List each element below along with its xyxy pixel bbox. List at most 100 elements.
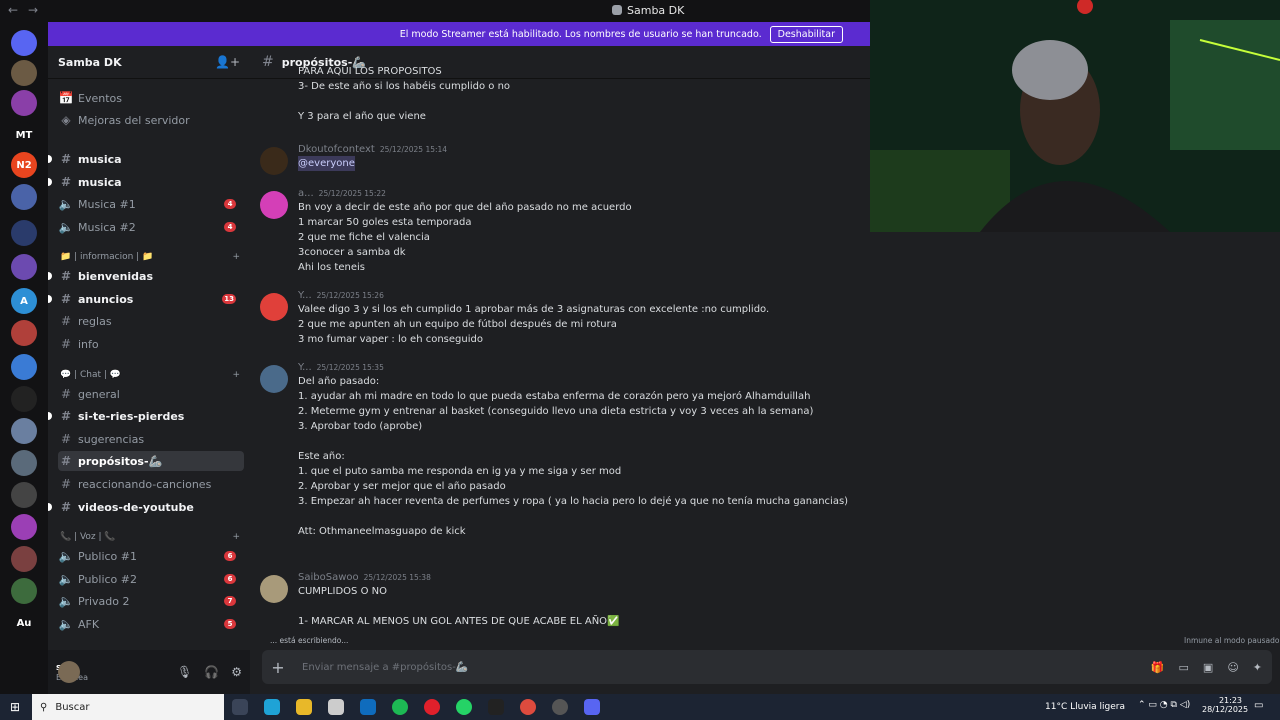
server-icon[interactable] bbox=[11, 320, 37, 346]
dark-app-icon[interactable] bbox=[488, 699, 504, 715]
channel-label: general bbox=[78, 387, 120, 401]
add-channel-icon[interactable]: + bbox=[232, 532, 240, 542]
avatar[interactable] bbox=[260, 293, 288, 321]
category-header[interactable]: 💬 | Chat | 💬 + bbox=[60, 370, 240, 380]
invite-icon[interactable]: 👤+ bbox=[215, 55, 240, 69]
server-icon[interactable]: A bbox=[11, 288, 37, 314]
message-author[interactable]: Y... bbox=[298, 362, 312, 373]
server-icon[interactable] bbox=[11, 220, 37, 246]
add-attachment-icon[interactable]: + bbox=[266, 658, 290, 677]
category-header[interactable]: 📁 | informacion | 📁 + bbox=[60, 252, 240, 262]
server-icon[interactable] bbox=[11, 578, 37, 604]
channel-item[interactable]: # si-te-ries-pierdes bbox=[48, 406, 244, 426]
message-composer[interactable]: + Enviar mensaje a #propósitos-🦾 🎁 ▭ ▣ ☺… bbox=[262, 650, 1272, 684]
gif-icon[interactable]: ▭ bbox=[1179, 661, 1189, 674]
channel-item[interactable]: # propósitos-🦾 bbox=[58, 451, 244, 471]
nav-arrows-icon[interactable]: ←→ bbox=[8, 3, 48, 17]
headphones-icon[interactable]: 🎧 bbox=[204, 665, 219, 679]
edge-icon[interactable] bbox=[264, 699, 280, 715]
server-icon[interactable] bbox=[11, 514, 37, 540]
channel-item[interactable]: # musica bbox=[48, 172, 244, 192]
channel-item[interactable]: 🔈 AFK 5 bbox=[58, 614, 244, 634]
message-author[interactable]: SaiboSawoo bbox=[298, 572, 359, 583]
opera-icon[interactable] bbox=[424, 699, 440, 715]
avatar[interactable] bbox=[260, 365, 288, 393]
server-icon[interactable]: N2 bbox=[11, 152, 37, 178]
server-icon[interactable] bbox=[11, 546, 37, 572]
server-icon[interactable]: MT bbox=[11, 122, 37, 148]
immune-notice: Inmune al modo pausado bbox=[1184, 636, 1280, 645]
hash-icon: # bbox=[262, 54, 274, 70]
file-explorer-icon[interactable] bbox=[296, 699, 312, 715]
add-channel-icon[interactable]: + bbox=[232, 370, 240, 380]
store-icon[interactable] bbox=[328, 699, 344, 715]
message-author[interactable]: Y... bbox=[298, 290, 312, 301]
emoji-icon[interactable]: ☺ bbox=[1227, 661, 1238, 674]
tray-icons[interactable]: ⌃ ▭ ◔ ⧉ ◁) bbox=[1138, 700, 1190, 710]
message-body: Bn voy a decir de este año por que del a… bbox=[298, 200, 632, 275]
channel-label: videos-de-youtube bbox=[78, 500, 194, 514]
channel-item[interactable]: # bienvenidas bbox=[48, 266, 244, 286]
spotify-icon[interactable] bbox=[392, 699, 408, 715]
channel-item[interactable]: 🔈 Publico #1 6 bbox=[58, 546, 244, 566]
message-author[interactable]: a... bbox=[298, 188, 314, 199]
server-icon[interactable] bbox=[11, 386, 37, 412]
channel-item[interactable]: 🔈 Privado 2 7 bbox=[58, 591, 244, 611]
windows-start-icon[interactable]: ⊞ bbox=[10, 700, 20, 714]
server-icon[interactable] bbox=[11, 482, 37, 508]
message-line: @everyone bbox=[298, 156, 355, 171]
avatar[interactable] bbox=[260, 575, 288, 603]
avatar[interactable] bbox=[260, 191, 288, 219]
channel-item[interactable]: ◈ Mejoras del servidor bbox=[58, 110, 244, 130]
chrome-icon[interactable] bbox=[520, 699, 536, 715]
server-icon[interactable]: Au bbox=[11, 610, 37, 636]
clock-date: 28/12/2025 bbox=[1202, 705, 1249, 714]
outlook-icon[interactable] bbox=[360, 699, 376, 715]
server-icon[interactable] bbox=[11, 354, 37, 380]
server-icon[interactable] bbox=[11, 90, 37, 116]
server-icon[interactable] bbox=[11, 60, 37, 86]
server-icon[interactable] bbox=[11, 30, 37, 56]
microphone-icon[interactable]: 🎙 bbox=[177, 665, 192, 679]
notifications-icon[interactable]: ▭ bbox=[1254, 700, 1263, 711]
channel-item[interactable]: # anuncios 13 bbox=[48, 289, 244, 309]
avatar[interactable] bbox=[260, 147, 288, 175]
channel-item[interactable]: # videos-de-youtube bbox=[48, 497, 244, 517]
banner-text: El modo Streamer está habilitado. Los no… bbox=[399, 28, 762, 40]
add-channel-icon[interactable]: + bbox=[232, 252, 240, 262]
channel-item[interactable]: # reglas bbox=[58, 311, 244, 331]
channel-item[interactable]: # info bbox=[58, 334, 244, 354]
speaker-icon: 🔈 bbox=[58, 220, 74, 234]
server-icon[interactable] bbox=[11, 418, 37, 444]
disable-streamer-button[interactable]: Deshabilitar bbox=[769, 25, 843, 43]
category-header[interactable]: 📞 | Voz | 📞 + bbox=[60, 532, 240, 542]
channel-label: sugerencias bbox=[78, 432, 145, 446]
sticker-icon[interactable]: ▣ bbox=[1203, 661, 1213, 674]
server-icon[interactable] bbox=[11, 450, 37, 476]
whatsapp-icon[interactable] bbox=[456, 699, 472, 715]
taskbar-search[interactable]: ⚲ Buscar bbox=[32, 694, 224, 720]
discord-taskbar-icon[interactable] bbox=[584, 699, 600, 715]
message-body: @everyone bbox=[298, 156, 355, 171]
avatar[interactable] bbox=[58, 661, 80, 683]
channel-item[interactable]: # general bbox=[58, 384, 244, 404]
channel-item[interactable]: # sugerencias bbox=[58, 429, 244, 449]
message-author[interactable]: Dkoutofcontext bbox=[298, 144, 375, 155]
channel-item[interactable]: # reaccionando-canciones bbox=[58, 474, 244, 494]
weather-widget[interactable]: 11°C Lluvia ligera bbox=[1045, 702, 1125, 712]
gift-icon[interactable]: 🎁 bbox=[1151, 661, 1165, 674]
message-line: Y 3 para el año que viene bbox=[298, 111, 426, 122]
settings-gear-icon[interactable]: ⚙ bbox=[231, 665, 242, 679]
message-line: 3. Empezar ah hacer reventa de perfumes … bbox=[298, 496, 849, 507]
task-view-icon[interactable] bbox=[232, 699, 248, 715]
channel-item[interactable]: 🔈 Musica #2 4 bbox=[58, 217, 244, 237]
channel-item[interactable]: 🔈 Publico #2 6 bbox=[58, 569, 244, 589]
obs-icon[interactable] bbox=[552, 699, 568, 715]
channel-item[interactable]: # musica bbox=[48, 149, 244, 169]
apps-icon[interactable]: ✦ bbox=[1253, 661, 1262, 674]
channel-item[interactable]: 🔈 Musica #1 4 bbox=[58, 194, 244, 214]
server-icon[interactable] bbox=[11, 184, 37, 210]
server-icon[interactable] bbox=[11, 254, 37, 280]
channel-item[interactable]: 📅 Eventos bbox=[58, 88, 244, 108]
server-header[interactable]: Samba DK 👤+ bbox=[48, 46, 250, 79]
